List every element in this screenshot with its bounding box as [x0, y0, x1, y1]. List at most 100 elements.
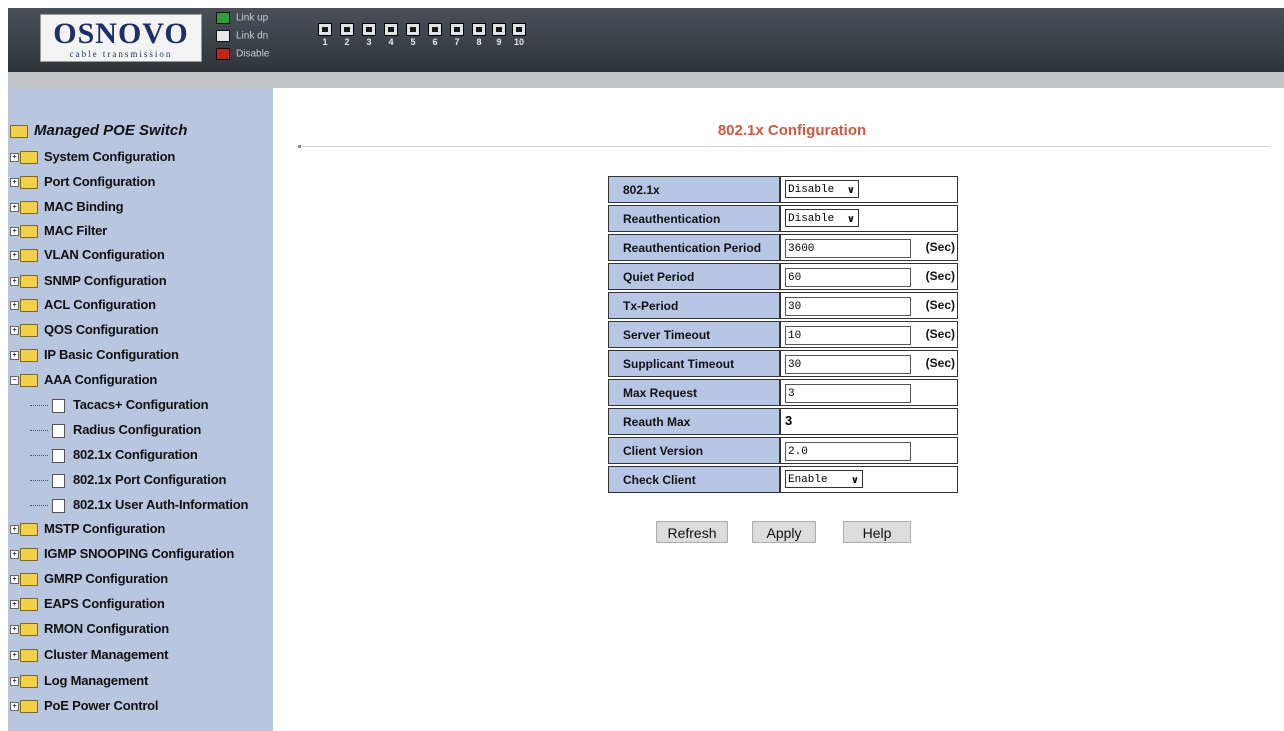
sidebar-item-system-configuration[interactable]: + System Configuration: [10, 147, 175, 167]
expand-icon[interactable]: +: [10, 600, 19, 610]
sidebar-item-qos-configuration[interactable]: + QOS Configuration: [10, 320, 159, 340]
sidebar-item-mac-filter[interactable]: + MAC Filter: [10, 221, 107, 241]
expand-icon[interactable]: +: [10, 153, 19, 163]
sidebar-item-snmp-configuration[interactable]: + SNMP Configuration: [10, 271, 167, 291]
sidebar-item-8021x-port-configuration[interactable]: 802.1x Port Configuration: [30, 470, 226, 490]
chevron-down-icon: ∨: [850, 475, 859, 486]
sidebar-item-mac-binding[interactable]: + MAC Binding: [10, 197, 124, 217]
sidebar-item-mstp-configuration[interactable]: + MSTP Configuration: [10, 519, 165, 539]
port-4[interactable]: 4: [384, 23, 398, 47]
row-label: Check Client: [608, 466, 780, 493]
apply-button[interactable]: Apply: [752, 521, 816, 543]
client-version-input[interactable]: 2.0: [785, 442, 911, 461]
server-timeout-input[interactable]: 10: [785, 326, 911, 345]
sidebar-item-gmrp-configuration[interactable]: + GMRP Configuration: [10, 569, 168, 589]
legend-link-up: Link up: [216, 12, 268, 26]
disable-icon: [216, 48, 230, 60]
sidebar-item-aaa-configuration[interactable]: − AAA Configuration: [10, 370, 157, 390]
folder-icon: [20, 151, 38, 165]
refresh-button[interactable]: Refresh: [656, 521, 728, 543]
tree-branch: [30, 479, 48, 482]
expand-icon[interactable]: +: [10, 651, 19, 661]
row-label: Reauthentication: [608, 205, 780, 232]
sidebar-item-acl-configuration[interactable]: + ACL Configuration: [10, 295, 156, 315]
reauthentication-period-input[interactable]: 3600: [785, 239, 911, 258]
sidebar-item-label: AAA Configuration: [44, 372, 158, 387]
expand-icon[interactable]: +: [10, 277, 19, 287]
row-value-cell: Disable ∨: [780, 205, 958, 232]
divider-mark: [298, 145, 301, 148]
document-icon: [52, 473, 65, 488]
port-number: 9: [496, 37, 502, 47]
help-button[interactable]: Help: [843, 521, 911, 543]
expand-icon[interactable]: +: [10, 351, 19, 361]
reauthentication-select[interactable]: Disable ∨: [785, 209, 859, 227]
quiet-period-input[interactable]: 60: [785, 268, 911, 287]
folder-icon: [20, 649, 38, 663]
supplicant-timeout-input[interactable]: 30: [785, 355, 911, 374]
expand-icon[interactable]: +: [10, 677, 19, 687]
folder-icon: [20, 249, 38, 263]
expand-icon[interactable]: +: [10, 525, 19, 535]
port-number: 6: [432, 37, 438, 47]
sidebar-item-8021x-user-auth-information[interactable]: 802.1x User Auth-Information: [30, 495, 248, 515]
expand-icon[interactable]: +: [10, 178, 19, 188]
check-client-select[interactable]: Enable ∨: [785, 470, 863, 488]
config-row-supplicant-timeout: Supplicant Timeout 30 (Sec): [608, 350, 958, 377]
sidebar-item-label: PoE Power Control: [44, 698, 159, 713]
port-3[interactable]: 3: [362, 23, 376, 47]
port-8[interactable]: 8: [472, 23, 486, 47]
port-2[interactable]: 2: [340, 23, 354, 47]
sidebar-item-log-management[interactable]: + Log Management: [10, 671, 148, 691]
expand-icon[interactable]: +: [10, 550, 19, 560]
sidebar-item-port-configuration[interactable]: + Port Configuration: [10, 172, 155, 192]
sidebar-item-label: Log Management: [44, 673, 149, 688]
row-value-cell: 60 (Sec): [780, 263, 958, 290]
expand-icon[interactable]: +: [10, 702, 19, 712]
folder-icon: [20, 675, 38, 689]
port-5[interactable]: 5: [406, 23, 420, 47]
sidebar-item-ip-basic-configuration[interactable]: + IP Basic Configuration: [10, 345, 179, 365]
expand-icon[interactable]: +: [10, 251, 19, 261]
sidebar-item-label: Port Configuration: [44, 174, 156, 189]
8021x-select[interactable]: Disable ∨: [785, 180, 859, 198]
port-icon: [428, 23, 442, 36]
tx-period-input[interactable]: 30: [785, 297, 911, 316]
port-1[interactable]: 1: [318, 23, 332, 47]
sidebar-item-igmp-snooping-configuration[interactable]: + IGMP SNOOPING Configuration: [10, 544, 234, 564]
config-row-server-timeout: Server Timeout 10 (Sec): [608, 321, 958, 348]
sidebar-item-rmon-configuration[interactable]: + RMON Configuration: [10, 619, 169, 639]
port-10[interactable]: 10: [512, 23, 526, 47]
port-9[interactable]: 9: [492, 23, 506, 47]
expand-icon[interactable]: +: [10, 575, 19, 585]
expand-icon[interactable]: +: [10, 301, 19, 311]
folder-open-icon: [10, 124, 28, 138]
sidebar-item-label: MSTP Configuration: [44, 521, 166, 536]
port-icon: [450, 23, 464, 36]
expand-icon[interactable]: +: [10, 203, 19, 213]
sidebar-item-eaps-configuration[interactable]: + EAPS Configuration: [10, 594, 165, 614]
sidebar-item-8021x-configuration[interactable]: 802.1x Configuration: [30, 445, 198, 465]
collapse-icon[interactable]: −: [10, 376, 19, 386]
logo: OSNOVO cable transmission: [40, 14, 202, 62]
expand-icon[interactable]: +: [10, 227, 19, 237]
sidebar-item-vlan-configuration[interactable]: + VLAN Configuration: [10, 245, 165, 265]
port-7[interactable]: 7: [450, 23, 464, 47]
config-row-check-client: Check Client Enable ∨: [608, 466, 958, 493]
tree-branch: [30, 454, 48, 457]
header: OSNOVO cable transmission Link up Link d…: [0, 0, 1284, 88]
sidebar-item-tacacs-configuration[interactable]: Tacacs+ Configuration: [30, 395, 209, 415]
tree-root[interactable]: Managed POE Switch: [10, 122, 187, 142]
port-icon: [512, 23, 526, 36]
sidebar-item-cluster-management[interactable]: + Cluster Management: [10, 645, 168, 665]
max-request-input[interactable]: 3: [785, 384, 911, 403]
expand-icon[interactable]: +: [10, 326, 19, 336]
port-icon: [492, 23, 506, 36]
port-6[interactable]: 6: [428, 23, 442, 47]
sidebar-item-radius-configuration[interactable]: Radius Configuration: [30, 420, 201, 440]
config-row-max-request: Max Request 3: [608, 379, 958, 406]
expand-icon[interactable]: +: [10, 625, 19, 635]
row-value-cell: Disable ∨: [780, 176, 958, 203]
sidebar-item-poe-power-control[interactable]: + PoE Power Control: [10, 696, 159, 716]
tree-branch: [30, 429, 48, 432]
